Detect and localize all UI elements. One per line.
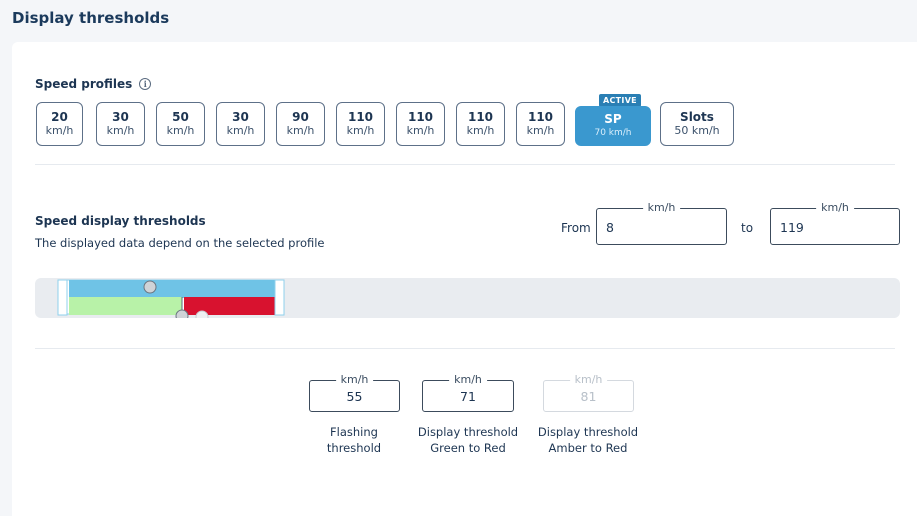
section-divider-2 bbox=[35, 348, 895, 349]
profile-chip-90[interactable]: 90 km/h bbox=[276, 102, 325, 146]
profile-unit: km/h bbox=[406, 124, 435, 137]
page-title: Display thresholds bbox=[12, 9, 170, 27]
amber-to-red-threshold-field: km/h 81 bbox=[543, 373, 634, 412]
profile-chip-slots[interactable]: Slots 50 km/h bbox=[660, 102, 734, 146]
profile-chip-50[interactable]: 50 km/h bbox=[156, 102, 205, 146]
range-slider-graphic bbox=[57, 279, 285, 318]
speed-display-description: The displayed data depend on the selecte… bbox=[35, 236, 325, 250]
profile-value: SP bbox=[604, 112, 622, 126]
profile-chip-20[interactable]: 20 km/h bbox=[36, 102, 83, 146]
profile-value: 30 bbox=[112, 110, 129, 124]
speed-profiles-heading: Speed profiles i bbox=[35, 77, 152, 91]
profile-unit: km/h bbox=[45, 124, 74, 137]
speed-display-title: Speed display thresholds bbox=[35, 214, 206, 228]
profile-chip-30-b[interactable]: 30 km/h bbox=[216, 102, 265, 146]
flashing-threshold-value: 55 bbox=[346, 389, 363, 404]
profile-chip-30[interactable]: 30 km/h bbox=[96, 102, 145, 146]
caption-line: Flashing bbox=[330, 425, 378, 439]
caption-line: Amber to Red bbox=[548, 441, 628, 455]
range-green-band bbox=[69, 297, 182, 315]
caption-line: Display threshold bbox=[537, 425, 639, 439]
profile-unit: 50 km/h bbox=[674, 124, 720, 137]
range-end-handle bbox=[274, 279, 285, 316]
flashing-threshold-knob bbox=[143, 280, 157, 294]
profile-chip-sp-active[interactable]: SP 70 km/h bbox=[575, 106, 651, 146]
profile-value: 50 bbox=[172, 110, 189, 124]
profile-chip-110-b[interactable]: 110 km/h bbox=[396, 102, 445, 146]
from-label: From bbox=[561, 221, 591, 235]
profile-unit: 70 km/h bbox=[594, 128, 632, 138]
green-to-red-value: 71 bbox=[460, 389, 476, 404]
flashing-threshold-caption: Flashing threshold bbox=[304, 424, 404, 456]
from-value: 8 bbox=[606, 220, 614, 235]
to-label: to bbox=[741, 221, 754, 235]
from-field[interactable]: km/h 8 bbox=[596, 201, 727, 245]
profile-value: 110 bbox=[347, 110, 374, 124]
green-red-unit-label: km/h bbox=[449, 373, 487, 386]
amber-to-red-value: 81 bbox=[580, 389, 597, 404]
speed-profiles-title: Speed profiles bbox=[35, 77, 133, 91]
profile-value: 110 bbox=[527, 110, 554, 124]
caption-line: threshold bbox=[326, 441, 382, 455]
threshold-range-slider[interactable] bbox=[35, 278, 900, 318]
green-red-threshold-knob bbox=[175, 309, 189, 318]
green-to-red-caption: Display threshold Green to Red bbox=[408, 424, 528, 456]
profile-unit: km/h bbox=[106, 124, 135, 137]
profile-value: 30 bbox=[232, 110, 249, 124]
range-blue-band bbox=[69, 280, 275, 298]
amber-to-red-caption: Display threshold Amber to Red bbox=[528, 424, 648, 456]
profile-value: 20 bbox=[51, 110, 68, 124]
thresholds-card: Speed profiles i 20 km/h 30 km/h 50 km/h… bbox=[12, 42, 917, 516]
profile-unit: km/h bbox=[466, 124, 495, 137]
amber-red-threshold-knob bbox=[195, 310, 209, 318]
info-circle-icon[interactable]: i bbox=[139, 78, 152, 90]
to-value: 119 bbox=[780, 220, 804, 235]
flashing-threshold-field[interactable]: km/h 55 bbox=[309, 373, 400, 412]
caption-line: Display threshold bbox=[417, 425, 519, 439]
section-divider bbox=[35, 164, 895, 165]
amber-red-unit-label: km/h bbox=[569, 373, 608, 386]
caption-line: Green to Red bbox=[430, 441, 506, 455]
profile-unit: km/h bbox=[166, 124, 195, 137]
profile-unit: km/h bbox=[526, 124, 555, 137]
green-to-red-threshold-field[interactable]: km/h 71 bbox=[422, 373, 514, 412]
profile-value: Slots bbox=[680, 110, 714, 124]
profile-value: 90 bbox=[292, 110, 309, 124]
to-field[interactable]: km/h 119 bbox=[770, 201, 900, 245]
profile-chip-110-a[interactable]: 110 km/h bbox=[336, 102, 385, 146]
profile-value: 110 bbox=[467, 110, 494, 124]
profile-unit: km/h bbox=[286, 124, 315, 137]
flashing-unit-label: km/h bbox=[335, 373, 374, 386]
profile-unit: km/h bbox=[226, 124, 255, 137]
profile-unit: km/h bbox=[346, 124, 375, 137]
profile-chip-110-d[interactable]: 110 km/h bbox=[516, 102, 565, 146]
to-unit-label: km/h bbox=[816, 201, 854, 214]
profile-chip-110-c[interactable]: 110 km/h bbox=[456, 102, 505, 146]
range-start-handle bbox=[57, 279, 68, 316]
profile-value: 110 bbox=[407, 110, 434, 124]
from-unit-label: km/h bbox=[642, 201, 681, 214]
